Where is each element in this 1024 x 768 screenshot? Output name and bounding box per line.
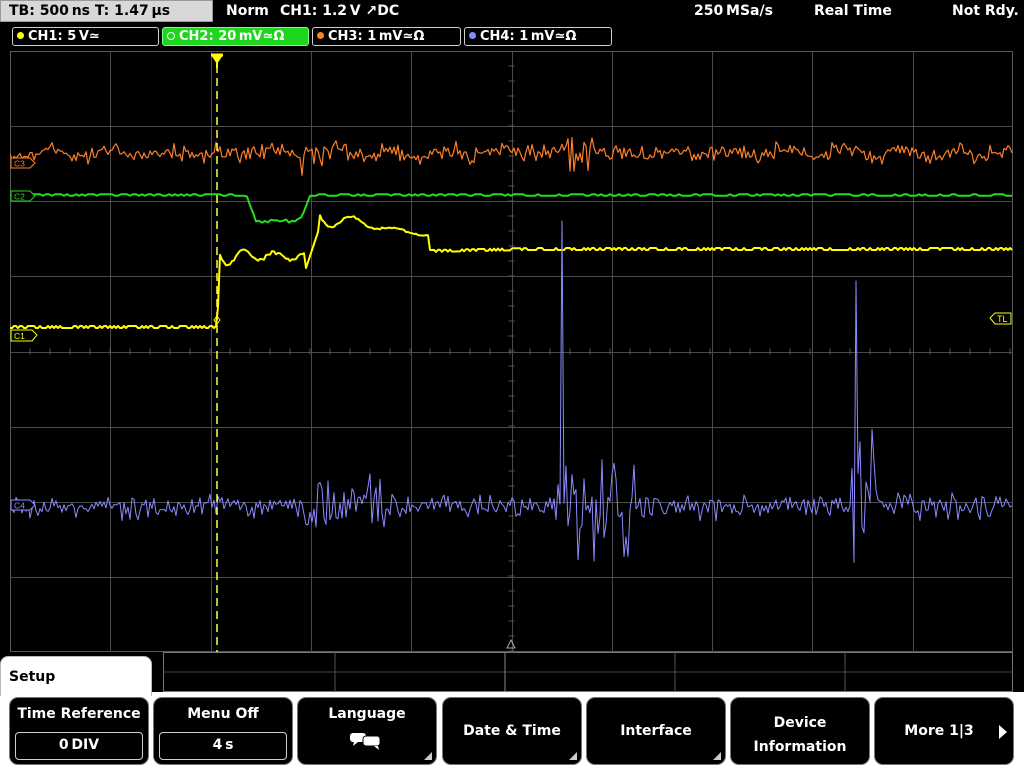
waveform-display[interactable]: C3 C2 C1 C4 TL	[10, 51, 1013, 652]
svg-text:C2: C2	[14, 192, 25, 202]
submenu-indicator-icon	[424, 752, 432, 760]
status-bar: Norm CH1: 1.2 V ↗DC 250 MSa/s Real Time …	[216, 0, 1024, 22]
svg-text:C1: C1	[14, 331, 25, 341]
acquisition-mode[interactable]: Real Time	[814, 0, 892, 22]
softkey-label: Device Information	[731, 711, 869, 759]
svg-text:C3: C3	[14, 159, 25, 169]
menu-title-tab: Setup	[0, 656, 152, 696]
ch1-color-dot	[17, 32, 24, 39]
softkey-interface[interactable]: Interface	[586, 697, 726, 765]
time-reference-value[interactable]: 0 DIV	[15, 732, 143, 760]
trigger-level-marker[interactable]: TL	[989, 312, 1012, 325]
ch1-offset-marker[interactable]: C1	[10, 329, 38, 342]
softkey-label: Time Reference	[17, 706, 141, 722]
menu-off-value[interactable]: 4 s	[159, 732, 287, 760]
submenu-indicator-icon	[569, 752, 577, 760]
channel-tab-ch3[interactable]: CH3: 1 mV≃Ω	[312, 27, 461, 46]
softkey-label: More 1|3	[904, 723, 974, 739]
softkey-label: Menu Off	[187, 706, 259, 722]
channel-tab-label: CH1: 5 V≃	[28, 29, 100, 44]
overview-panel	[163, 652, 1013, 692]
softkey-label: Date & Time	[463, 723, 561, 739]
channel-tab-ch2[interactable]: CH2: 20 mV≃Ω	[162, 27, 309, 46]
trigger-info[interactable]: CH1: 1.2 V ↗DC	[280, 0, 399, 22]
softkey-device-information[interactable]: Device Information	[730, 697, 870, 765]
softkey-label-line2: Information	[753, 739, 847, 755]
softkey-time-reference[interactable]: Time Reference 0 DIV	[9, 697, 149, 765]
svg-text:C4: C4	[14, 501, 25, 511]
ch3-color-dot	[317, 32, 324, 39]
ch3-offset-marker[interactable]: C3	[10, 157, 36, 169]
channel-tab-label: CH2: 20 mV≃Ω	[179, 29, 285, 44]
svg-text:TL: TL	[997, 314, 1008, 324]
speech-bubbles-icon	[350, 733, 381, 750]
submenu-indicator-icon	[713, 752, 721, 760]
softkey-date-time[interactable]: Date & Time	[442, 697, 582, 765]
channel-tab-label: CH3: 1 mV≃Ω	[328, 29, 425, 44]
trigger-mode[interactable]: Norm	[226, 0, 269, 22]
channel-tab-ch1[interactable]: CH1: 5 V≃	[12, 27, 159, 46]
channel-tab-ch4[interactable]: CH4: 1 mV≃Ω	[464, 27, 612, 46]
ch2-color-dot	[167, 31, 175, 40]
ch2-offset-marker[interactable]: C2	[10, 190, 36, 202]
ready-state: Not Rdy.	[952, 3, 1019, 19]
timebase-readout[interactable]: TB: 500 ns T: 1.47 µs	[0, 0, 213, 22]
softkey-language[interactable]: Language	[297, 697, 437, 765]
softkey-menu-off[interactable]: Menu Off 4 s	[153, 697, 293, 765]
softkey-label-line1: Device	[773, 715, 827, 731]
sample-rate: 250 MSa/s	[694, 3, 773, 19]
ch4-color-dot	[469, 32, 476, 39]
softkey-more[interactable]: More 1|3	[874, 697, 1014, 765]
softkey-label: Interface	[620, 723, 692, 739]
menu-title: Setup	[9, 669, 56, 685]
arrow-right-icon	[999, 725, 1007, 739]
channel-tab-label: CH4: 1 mV≃Ω	[480, 29, 577, 44]
softkey-label: Language	[328, 706, 406, 722]
ch4-offset-marker[interactable]: C4	[10, 499, 36, 511]
